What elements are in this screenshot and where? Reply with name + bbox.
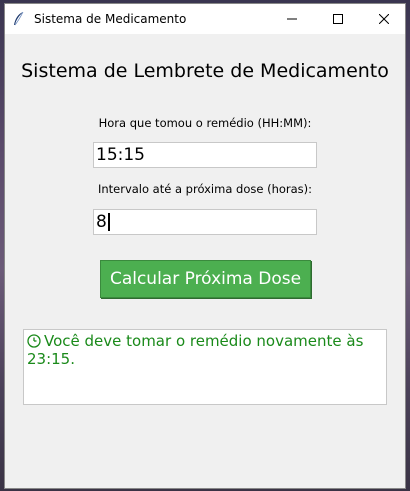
title-bar[interactable]: Sistema de Medicamento xyxy=(5,4,405,34)
close-icon xyxy=(379,14,389,24)
close-button[interactable] xyxy=(361,4,407,34)
time-label: Hora que tomou o remédio (HH:MM): xyxy=(98,116,312,130)
calculate-button[interactable]: Calcular Próxima Dose xyxy=(100,260,311,298)
maximize-button[interactable] xyxy=(315,4,361,34)
result-box: Você deve tomar o remédio novamente às 2… xyxy=(23,329,387,405)
interval-label: Intervalo até a próxima dose (horas): xyxy=(97,182,313,196)
time-input-value: 15:15 xyxy=(96,145,145,165)
minimize-button[interactable] xyxy=(269,4,315,34)
time-input[interactable]: 15:15 xyxy=(93,142,317,168)
window-title: Sistema de Medicamento xyxy=(34,12,187,26)
minimize-icon xyxy=(287,18,297,20)
clock-icon xyxy=(27,334,41,348)
result-text: Você deve tomar o remédio novamente às 2… xyxy=(27,332,364,368)
app-window: Sistema de Medicamento Sistema de Lembre… xyxy=(4,3,406,489)
maximize-icon xyxy=(333,14,343,24)
text-caret xyxy=(107,213,110,231)
feather-icon xyxy=(14,11,24,26)
page-title: Sistema de Lembrete de Medicamento xyxy=(21,60,389,82)
interval-input-value: 8 xyxy=(96,212,107,232)
interval-input[interactable]: 8 xyxy=(93,209,317,235)
